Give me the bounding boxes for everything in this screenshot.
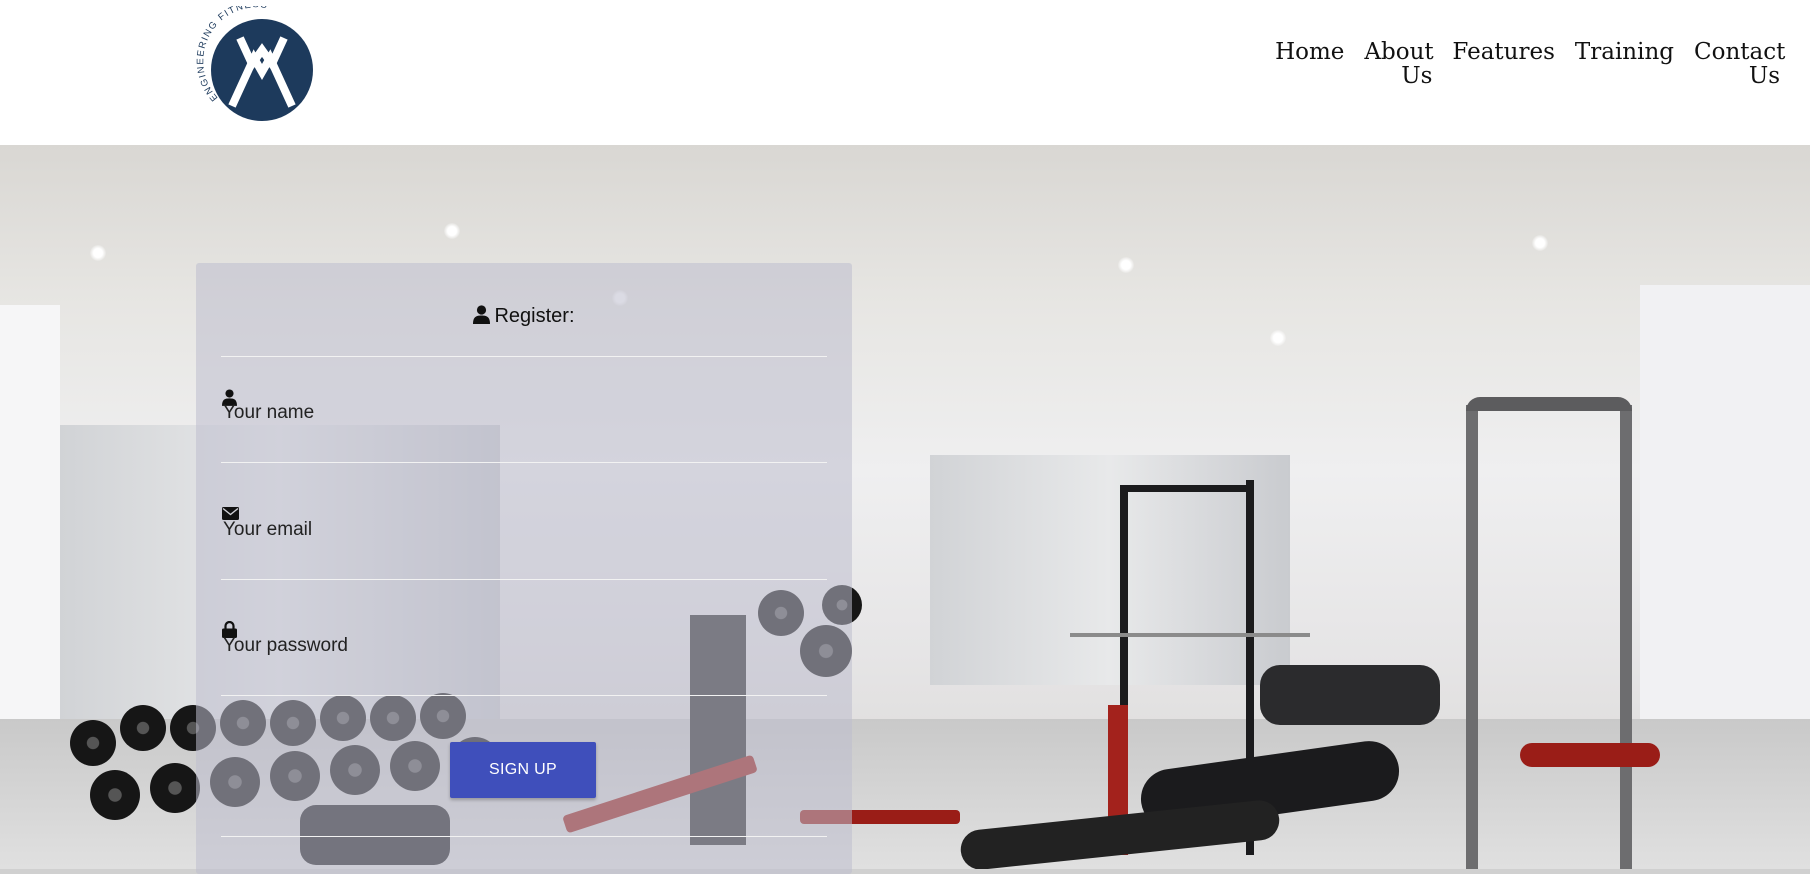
dumbbell	[90, 770, 140, 820]
ceiling-light	[1118, 257, 1134, 273]
title-divider	[221, 356, 827, 357]
register-card: Register: SIGN UP	[196, 263, 852, 874]
nav-contact-us[interactable]: Contact Us	[1694, 40, 1785, 88]
brand-logo[interactable]: ENGINEERING FITNESS	[195, 0, 320, 130]
register-title: Register:	[196, 305, 852, 330]
ceiling-light	[444, 223, 460, 239]
nav-about-us[interactable]: About Us	[1364, 40, 1433, 88]
logo-emblem: ENGINEERING FITNESS	[195, 0, 313, 121]
rack-bar	[1120, 485, 1254, 492]
name-underline	[221, 462, 827, 463]
exercise-bike	[1260, 665, 1440, 725]
cable-machine-top	[1466, 397, 1632, 411]
site-header: ENGINEERING FITNESS Home About Us Featur…	[0, 0, 1810, 145]
card-bottom-divider	[221, 836, 827, 837]
ceiling-light	[1270, 330, 1286, 346]
name-input[interactable]	[221, 399, 825, 427]
dumbbell	[120, 705, 166, 751]
barbell	[1070, 633, 1310, 637]
sign-up-button[interactable]: SIGN UP	[450, 742, 596, 798]
cable-machine-post	[1620, 405, 1632, 869]
email-underline	[221, 579, 827, 580]
nav-training[interactable]: Training	[1575, 40, 1674, 88]
nav-features[interactable]: Features	[1452, 40, 1555, 88]
main-nav: Home About Us Features Training Contact …	[1275, 40, 1785, 88]
ceiling-light	[90, 245, 106, 261]
email-input[interactable]	[221, 516, 825, 544]
password-input[interactable]	[221, 632, 825, 660]
register-title-text: Register:	[494, 305, 575, 327]
cable-machine-post	[1466, 405, 1478, 869]
bike-seat	[1520, 743, 1660, 767]
ceiling-light	[1532, 235, 1548, 251]
password-underline	[221, 695, 827, 696]
nav-home[interactable]: Home	[1275, 40, 1344, 88]
dumbbell	[70, 720, 116, 766]
dumbbell	[150, 763, 200, 813]
user-icon	[473, 305, 491, 330]
